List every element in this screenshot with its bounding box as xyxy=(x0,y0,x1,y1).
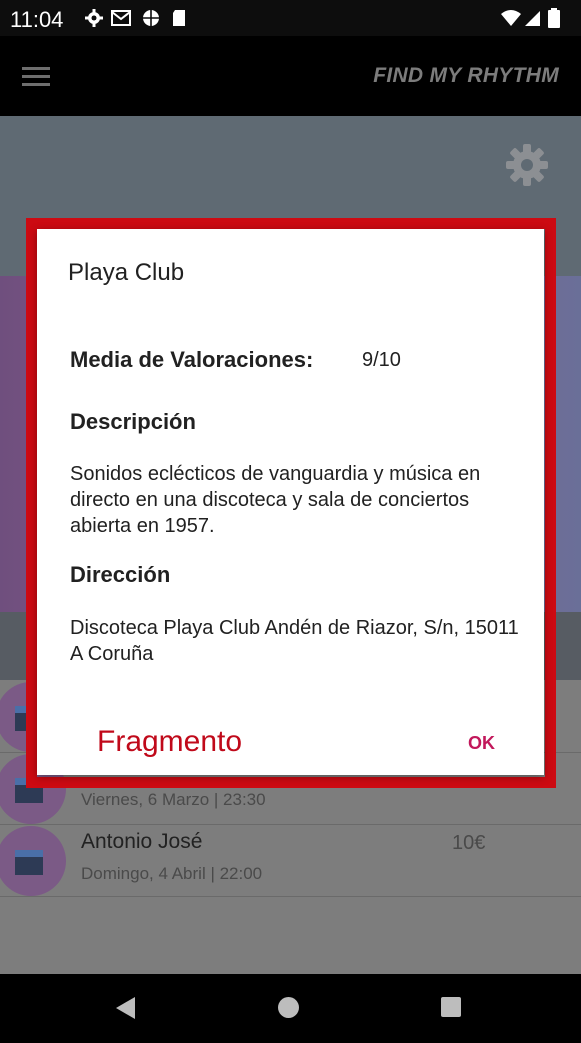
hamburger-menu-icon[interactable] xyxy=(22,64,50,88)
event-date: Domingo, 4 Abril | 22:00 xyxy=(81,864,263,883)
rating-value: 9/10 xyxy=(362,349,401,371)
settings-status-icon xyxy=(85,9,103,27)
list-item[interactable]: Antonio José Domingo, 4 Abril | 22:00 10… xyxy=(0,824,581,897)
dialog-title: Playa Club xyxy=(68,259,185,286)
back-icon[interactable] xyxy=(115,996,137,1020)
rating-label: Media de Valoraciones: xyxy=(70,347,314,372)
battery-icon xyxy=(548,8,560,28)
description-text: Sonidos eclécticos de vanguardia y músic… xyxy=(70,463,481,537)
status-bar: 11:04 xyxy=(0,0,581,36)
event-title: Antonio José xyxy=(81,830,203,853)
signal-icon xyxy=(525,11,540,26)
address-text: Discoteca Playa Club Andén de Riazor, S/… xyxy=(70,617,519,665)
fragment-annotation-label: Fragmento xyxy=(97,725,243,758)
basketball-status-icon xyxy=(143,10,159,26)
app-title: FIND MY RHYTHM xyxy=(373,64,559,87)
event-price: 10€ xyxy=(452,832,486,854)
description-label: Descripción xyxy=(70,409,196,434)
sdcard-status-icon xyxy=(173,10,185,26)
gear-icon[interactable] xyxy=(506,144,548,186)
recent-apps-icon[interactable] xyxy=(441,997,461,1017)
address-label: Dirección xyxy=(70,562,171,587)
status-time: 11:04 xyxy=(10,7,64,32)
home-icon[interactable] xyxy=(278,997,299,1018)
venue-dialog: Playa Club Media de Valoraciones: 9/10 D… xyxy=(37,229,544,775)
event-date: Viernes, 6 Marzo | 23:30 xyxy=(81,790,266,809)
wifi-icon xyxy=(501,10,521,26)
gmail-status-icon xyxy=(111,10,131,26)
calendar-icon xyxy=(15,850,43,875)
app-bar: FIND MY RHYTHM xyxy=(0,36,581,116)
avatar xyxy=(0,826,66,896)
ok-button[interactable]: OK xyxy=(468,733,495,754)
